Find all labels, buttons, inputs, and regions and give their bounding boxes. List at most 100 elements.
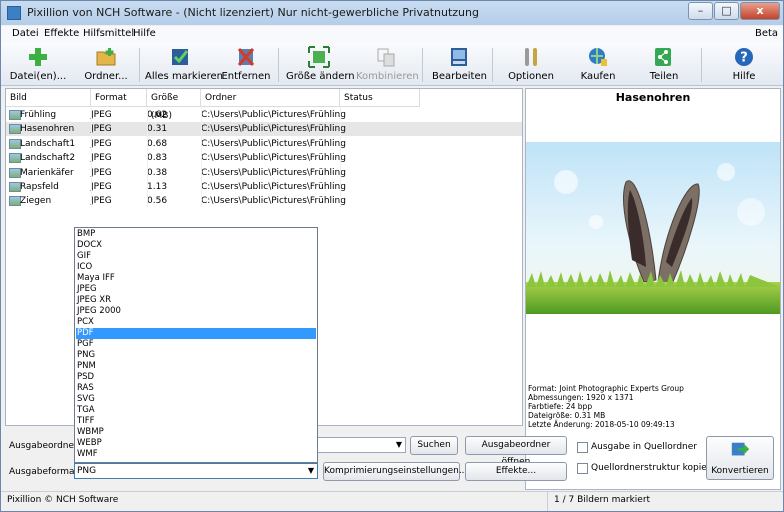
status-divider xyxy=(547,492,548,511)
table-row[interactable]: Ziegen JPEG 0.56 C:\Users\Public\Pictures\F… xyxy=(6,194,522,208)
cell-format: JPEG xyxy=(91,167,112,178)
cell-name: Marienkäfer xyxy=(20,167,74,178)
cell-name: Frühling xyxy=(20,110,57,120)
close-button[interactable]: x xyxy=(740,2,780,20)
column-header-status[interactable]: Status xyxy=(340,89,420,107)
output-format-select[interactable]: PNG ▼ xyxy=(74,463,318,479)
toolbar-separator xyxy=(422,48,423,82)
remove-button[interactable]: Entfernen xyxy=(220,44,272,84)
format-dropdown-list[interactable]: BMP DOCX GIF ICO Maya IFF JPEG JPEG XR JPEG 200… xyxy=(74,227,318,463)
cell-folder: C:\Users\Public\Pictures\Frühling xyxy=(201,196,346,207)
select-all-button[interactable]: Alles markieren xyxy=(145,44,224,84)
column-header-size[interactable]: Größe (MB) xyxy=(147,89,201,121)
compression-settings-button[interactable]: Komprimierungseinstellungen... xyxy=(323,462,467,481)
format-option[interactable]: WMF xyxy=(76,449,316,460)
toolbar-separator xyxy=(492,48,493,82)
meta-file-size: Dateigröße: 0.31 MB xyxy=(528,411,606,420)
format-option[interactable]: BMP xyxy=(76,229,316,240)
table-row[interactable]: Rapsfeld JPEG 1.13 C:\Users\Public\Pictures… xyxy=(6,180,522,194)
maximize-button[interactable]: □ xyxy=(714,2,739,20)
cell-size: 0.31 xyxy=(147,124,168,135)
remove-label: Entfernen xyxy=(221,71,271,82)
format-option[interactable]: GIF xyxy=(76,251,316,262)
resize-label: Größe ändern xyxy=(286,71,355,82)
combine-button[interactable]: Kombinieren xyxy=(356,44,419,84)
format-option[interactable]: PCX xyxy=(76,317,316,328)
format-option[interactable]: JPEG XR xyxy=(76,295,316,306)
svg-text:?: ? xyxy=(740,51,748,66)
select-all-label: Alles markieren xyxy=(145,71,224,82)
check-all-icon xyxy=(172,49,189,65)
resize-icon xyxy=(308,46,330,68)
add-files-button[interactable]: Datei(en)... xyxy=(7,44,69,84)
format-option[interactable]: Maya IFF xyxy=(76,273,316,284)
format-option[interactable]: ICO xyxy=(76,262,316,273)
share-icon xyxy=(655,48,671,66)
column-divider xyxy=(201,107,202,207)
cell-folder: C:\Users\Public\Pictures\Frühling xyxy=(201,110,346,120)
convert-label: Konvertieren xyxy=(711,466,769,476)
menu-hilfsmittel[interactable]: Hilfsmittel xyxy=(83,28,134,39)
table-row[interactable]: Frühling JPEG 0.62 C:\Users\Public\Pictures… xyxy=(6,108,522,122)
cell-folder: C:\Users\Public\Pictures\Frühling xyxy=(201,182,346,192)
minimize-button[interactable]: – xyxy=(688,2,713,20)
combine-label: Kombinieren xyxy=(356,71,419,82)
open-output-folder-button[interactable]: Ausgabeordner öffnen xyxy=(465,436,567,467)
format-option[interactable]: WBMP xyxy=(76,427,316,438)
format-option[interactable]: JPEG xyxy=(76,284,316,295)
buy-button[interactable]: Kaufen xyxy=(573,44,623,84)
format-option[interactable]: DOCX xyxy=(76,240,316,251)
edit-button[interactable]: Bearbeiten xyxy=(432,44,487,84)
toolbar-separator xyxy=(278,48,279,82)
format-option[interactable]: RAS xyxy=(76,383,316,394)
effects-button[interactable]: Effekte... xyxy=(465,462,567,481)
format-option[interactable]: PNG xyxy=(76,350,316,361)
format-option[interactable]: PSD xyxy=(76,372,316,383)
resize-button[interactable]: Größe ändern xyxy=(286,44,355,84)
column-divider xyxy=(91,107,92,207)
share-button[interactable]: Teilen xyxy=(639,44,689,84)
table-row[interactable]: Marienkäfer JPEG 0.38 C:\Users\Public\Pictu… xyxy=(6,166,522,180)
format-option[interactable]: SVG xyxy=(76,394,316,405)
output-in-source-checkbox[interactable] xyxy=(577,442,588,453)
cell-name: Ziegen xyxy=(20,196,52,207)
meta-modified: Letzte Änderung: 2018-05-10 09:49:13 xyxy=(528,420,675,429)
column-divider xyxy=(340,107,341,207)
status-selection-count: 1 / 7 Bildern markiert xyxy=(554,495,651,505)
table-row[interactable]: Hasenohren JPEG 0.31 C:\Users\Public\Pictur… xyxy=(6,122,522,137)
meta-format: Format: Joint Photographic Experts Group xyxy=(528,384,684,393)
format-option[interactable]: PDF xyxy=(76,328,316,339)
add-folder-button[interactable]: Ordner... xyxy=(77,44,135,84)
format-option[interactable]: JPEG 2000 xyxy=(76,306,316,317)
output-folder-label: Ausgabeordner: xyxy=(9,441,81,451)
table-row[interactable]: Landschaft2 JPEG 0.83 C:\Users\Public\Pictu… xyxy=(6,151,522,165)
format-option[interactable]: TGA xyxy=(76,405,316,416)
column-header-folder[interactable]: Ordner xyxy=(201,89,340,107)
menu-hilfe[interactable]: Hilfe xyxy=(133,28,156,39)
format-option[interactable]: TIFF xyxy=(76,416,316,427)
cell-size: 1.13 xyxy=(147,182,168,192)
menu-effekte[interactable]: Effekte xyxy=(44,28,79,39)
column-header-bild[interactable]: Bild xyxy=(6,89,91,107)
app-window: Pixillion von NCH Software - (Nicht lize… xyxy=(0,0,784,512)
menu-datei[interactable]: Datei xyxy=(12,28,39,39)
format-option[interactable]: PNM xyxy=(76,361,316,372)
column-header-format[interactable]: Format xyxy=(91,89,147,107)
table-row[interactable]: Landschaft1 JPEG 0.68 C:\Users\Public\Pictu… xyxy=(6,137,522,151)
title-bar: Pixillion von NCH Software - (Nicht lize… xyxy=(1,1,783,25)
output-in-source-label: Ausgabe in Quellordner xyxy=(591,442,697,452)
copy-folder-structure-checkbox[interactable] xyxy=(577,463,588,474)
cell-size: 0.62 xyxy=(147,110,168,120)
format-option[interactable]: PGF xyxy=(76,339,316,350)
help-button[interactable]: ? Hilfe xyxy=(719,44,769,84)
search-button[interactable]: Suchen xyxy=(410,436,458,455)
preview-pane: Hasenohren Format: Joint Photographic Ex… xyxy=(525,88,781,490)
app-icon xyxy=(7,6,21,20)
convert-button[interactable]: Konvertieren xyxy=(706,436,774,480)
cell-folder: C:\Users\Public\Pictures\Frühling xyxy=(201,138,346,149)
cell-folder: C:\Users\Public\Pictures\Frühling xyxy=(201,124,346,135)
meta-dimensions: Abmessungen: 1920 x 1371 xyxy=(528,393,634,402)
options-button[interactable]: Optionen xyxy=(504,44,558,84)
toolbar: Datei(en)... Ordner... Alles markieren E… xyxy=(1,42,783,86)
format-option[interactable]: WEBP xyxy=(76,438,316,449)
